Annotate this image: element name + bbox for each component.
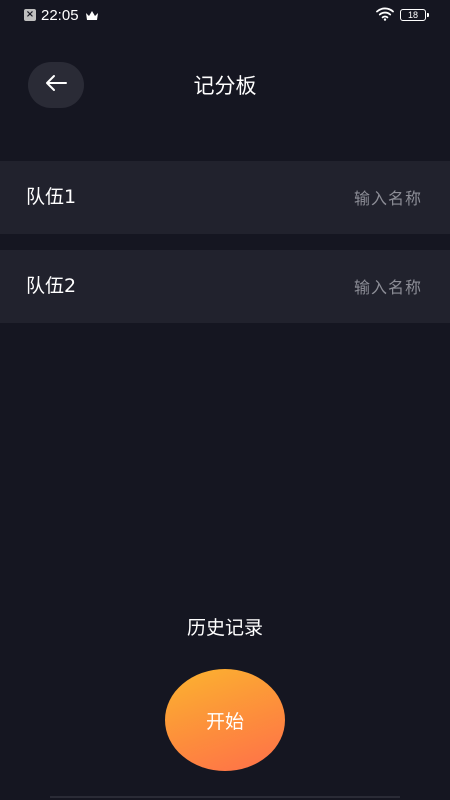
close-notification-icon: ×	[24, 9, 36, 21]
team-1-name-input[interactable]	[220, 183, 424, 213]
crown-icon	[85, 10, 99, 21]
start-button-label: 开始	[205, 710, 244, 733]
team-row-1: 队伍1	[0, 161, 450, 234]
team-2-name-input[interactable]	[220, 272, 424, 302]
scoreboard-screen: × 22:05 18 记分板 队伍1 输入名称 队伍2 输入名称 历史记录 开始	[0, 0, 450, 800]
wifi-icon	[376, 6, 394, 25]
status-time: 22:05	[41, 6, 79, 24]
status-bar-right: 18	[376, 6, 429, 25]
start-button[interactable]: 开始	[165, 669, 285, 771]
history-link[interactable]: 历史记录	[0, 614, 450, 642]
status-bar-left: × 22:05	[24, 6, 99, 24]
battery-icon: 18	[400, 9, 429, 21]
team-row-2: 队伍2	[0, 250, 450, 323]
bottom-divider	[50, 796, 400, 798]
team-1-label: 队伍1	[26, 186, 77, 208]
status-bar: × 22:05 18	[0, 0, 450, 30]
team-2-label: 队伍2	[26, 275, 77, 297]
page-title: 记分板	[193, 74, 257, 98]
